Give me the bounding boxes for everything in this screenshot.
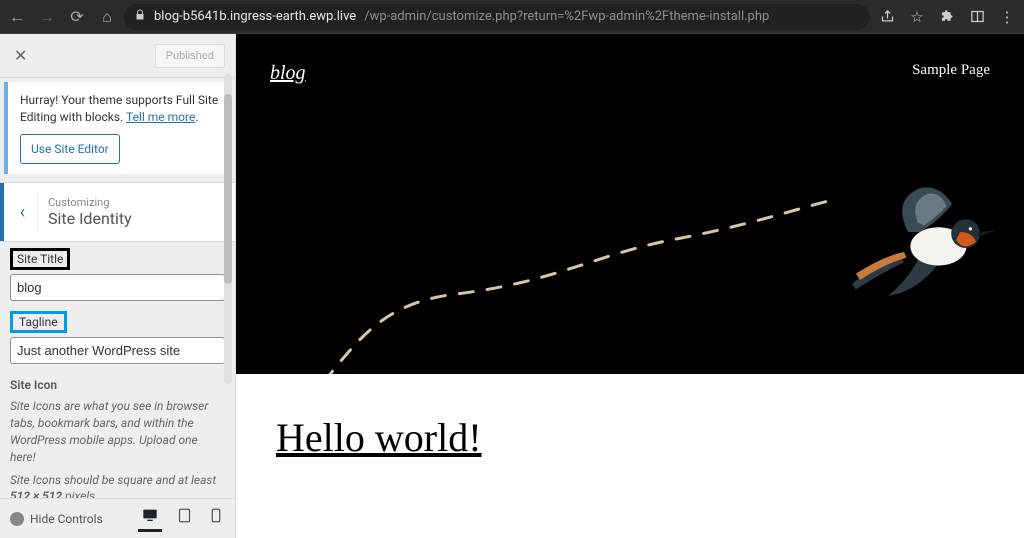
bird-illustration <box>844 184 1004 304</box>
forward-icon[interactable]: → <box>38 8 56 26</box>
customizing-label: Customizing <box>48 196 132 209</box>
collapse-icon <box>10 512 24 526</box>
tell-me-more-link[interactable]: Tell me more <box>126 110 195 124</box>
customizer-sidebar: ✕ Published Hurray! Your theme supports … <box>0 34 236 538</box>
dashed-trail-graphic <box>296 144 836 374</box>
desktop-icon[interactable] <box>138 505 162 532</box>
address-bar[interactable]: blog-b5641b.ingress-earth.ewp.live /wp-a… <box>124 4 870 30</box>
scrollbar-thumb[interactable] <box>224 94 232 284</box>
back-arrow-icon[interactable]: ‹ <box>8 193 38 231</box>
post-title-link[interactable]: Hello world! <box>276 414 984 461</box>
hide-controls-label: Hide Controls <box>30 512 103 526</box>
hide-controls-button[interactable]: Hide Controls <box>10 512 103 526</box>
url-host: blog-b5641b.ingress-earth.ewp.live <box>154 9 356 24</box>
site-icon-desc-part-c: pixels. <box>62 489 98 498</box>
close-icon[interactable]: ✕ <box>10 42 31 69</box>
customizer-app: ✕ Published Hurray! Your theme supports … <box>0 34 1024 538</box>
site-icon-heading: Site Icon <box>10 378 225 392</box>
site-title-label: Site Title <box>10 248 70 270</box>
section-title: Site Identity <box>48 209 132 228</box>
url-path: /wp-admin/customize.php?return=%2Fwp-adm… <box>364 9 769 24</box>
mobile-icon[interactable] <box>207 505 225 532</box>
menu-icon[interactable]: ⋮ <box>998 8 1016 26</box>
tablet-icon[interactable] <box>174 505 195 532</box>
menu-sample-page[interactable]: Sample Page <box>912 62 990 85</box>
device-preview-buttons <box>138 505 225 532</box>
sidebar-scrollbar[interactable] <box>224 74 232 384</box>
share-icon[interactable] <box>878 8 896 26</box>
lock-icon <box>134 9 146 25</box>
tagline-input[interactable] <box>10 337 225 364</box>
site-preview: blog Sample Page <box>236 34 1024 538</box>
form-area: Site Title Tagline Site Icon Site Icons … <box>0 242 235 498</box>
publish-button[interactable]: Published <box>155 44 225 68</box>
window-icon[interactable] <box>968 8 986 26</box>
preview-site-title[interactable]: blog <box>270 62 306 85</box>
hero-section: blog Sample Page <box>236 34 1024 374</box>
reload-icon[interactable]: ⟳ <box>68 8 86 26</box>
browser-nav-buttons: ← → ⟳ ⌂ <box>8 8 116 26</box>
browser-right-icons: ☆ ⋮ <box>878 8 1016 26</box>
site-icon-description-1: Site Icons are what you see in browser t… <box>10 398 225 465</box>
sidebar-footer: Hide Controls <box>0 498 235 538</box>
site-icon-size: 512 × 512 <box>10 489 62 498</box>
sidebar-header: ✕ Published <box>0 34 235 78</box>
active-section-indicator <box>0 183 4 241</box>
site-icon-description-2: Site Icons should be square and at least… <box>10 472 225 498</box>
site-icon-desc-part-a: Site Icons should be square and at least <box>10 473 216 487</box>
browser-toolbar: ← → ⟳ ⌂ blog-b5641b.ingress-earth.ewp.li… <box>0 0 1024 34</box>
star-icon[interactable]: ☆ <box>908 8 926 26</box>
fse-notice: Hurray! Your theme supports Full Site Ed… <box>4 82 231 174</box>
home-icon[interactable]: ⌂ <box>98 8 116 26</box>
use-site-editor-button[interactable]: Use Site Editor <box>20 134 120 165</box>
site-header: blog Sample Page <box>236 34 1024 85</box>
section-header: ‹ Customizing Site Identity <box>0 182 235 242</box>
tagline-label: Tagline <box>10 311 67 333</box>
extensions-icon[interactable] <box>938 8 956 26</box>
back-icon[interactable]: ← <box>8 8 26 26</box>
site-title-input[interactable] <box>10 274 225 301</box>
post-content: Hello world! <box>236 374 1024 501</box>
